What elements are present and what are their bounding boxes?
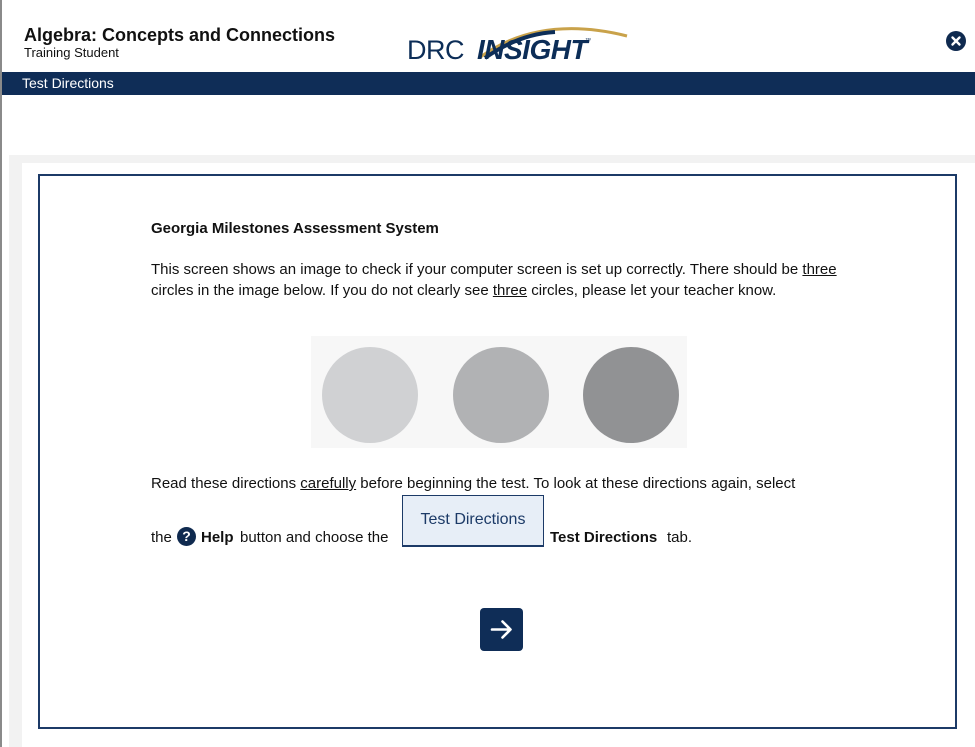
para1-text-c: circles, please let your teacher know. xyxy=(527,282,777,299)
directions-paragraph: Read these directions carefully before b… xyxy=(151,475,795,492)
para2-text-a: Read these directions xyxy=(151,475,301,492)
tab-sample-underline xyxy=(402,545,544,547)
test-title: Algebra: Concepts and Connections xyxy=(24,25,336,45)
header-bar: Algebra: Concepts and Connections Traini… xyxy=(2,0,975,72)
test-directions-label: Test Directions xyxy=(550,529,658,546)
line3-middle-text: button and choose the xyxy=(240,529,389,546)
help-icon: ? xyxy=(177,527,196,546)
para1-emphasis-three-1: three xyxy=(802,261,837,278)
para1-text-b: circles in the image below. If you do no… xyxy=(151,282,493,299)
calibration-image xyxy=(311,336,687,448)
help-label: Help xyxy=(201,529,234,546)
para1-emphasis-three-2: three xyxy=(492,282,528,299)
logo-trademark: ™ xyxy=(585,38,591,44)
arrow-right-icon xyxy=(490,620,512,639)
tab-word: tab. xyxy=(667,529,693,546)
logo-insight-text: INSIGHT xyxy=(477,34,588,65)
line3-the: the xyxy=(151,529,172,546)
para2-text-b: before beginning the test. To look at th… xyxy=(356,475,796,492)
page-heading: Georgia Milestones Assessment System xyxy=(151,220,439,237)
student-name: Training Student xyxy=(24,45,119,60)
next-button[interactable] xyxy=(480,608,523,651)
calibration-circle-dark xyxy=(583,347,679,443)
tab-sample-label: Test Directions xyxy=(420,511,526,528)
logo-drc-text: DRC xyxy=(407,35,465,65)
screen-check-paragraph: This screen shows an image to check if y… xyxy=(151,259,871,301)
close-icon[interactable] xyxy=(946,31,966,51)
nav-bar: Test Directions xyxy=(2,72,975,95)
toolbar-area xyxy=(2,95,975,153)
test-directions-tab-sample: Test Directions xyxy=(402,495,544,546)
calibration-circle-light xyxy=(322,347,418,443)
drc-insight-logo: DRC INSIGHT ™ xyxy=(407,22,628,68)
para1-text-a: This screen shows an image to check if y… xyxy=(151,261,803,278)
calibration-circle-medium xyxy=(453,347,549,443)
para2-emphasis-carefully: carefully xyxy=(300,475,357,492)
tab-test-directions[interactable]: Test Directions xyxy=(22,75,114,91)
